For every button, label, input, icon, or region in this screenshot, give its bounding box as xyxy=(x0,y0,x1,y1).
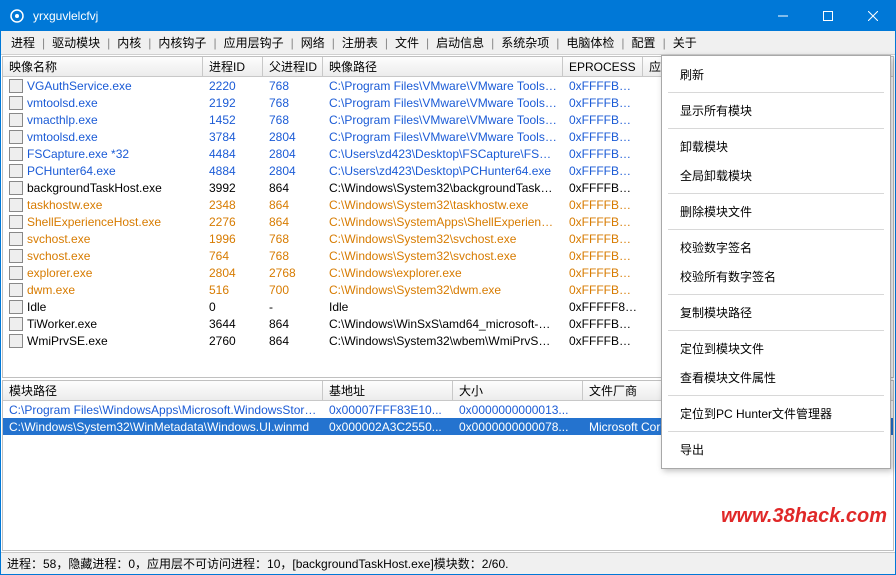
process-header-0[interactable]: 映像名称 xyxy=(3,57,203,76)
ctx-校验所有数字签名[interactable]: 校验所有数字签名 xyxy=(662,262,890,291)
ctx-查看模块文件属性[interactable]: 查看模块文件属性 xyxy=(662,363,890,392)
menu-应用层钩子[interactable]: 应用层钩子 xyxy=(218,32,290,53)
menu-内核钩子[interactable]: 内核钩子 xyxy=(152,32,212,53)
process-header-3[interactable]: 映像路径 xyxy=(323,57,563,76)
menu-内核[interactable]: 内核 xyxy=(111,32,147,53)
process-icon xyxy=(9,181,23,195)
process-icon xyxy=(9,232,23,246)
ctx-定位到PC Hunter文件管理器[interactable]: 定位到PC Hunter文件管理器 xyxy=(662,399,890,428)
process-icon xyxy=(9,249,23,263)
process-icon xyxy=(9,113,23,127)
process-icon xyxy=(9,317,23,331)
process-icon xyxy=(9,96,23,110)
minimize-button[interactable] xyxy=(760,1,805,31)
ctx-复制模块路径[interactable]: 复制模块路径 xyxy=(662,298,890,327)
menu-文件[interactable]: 文件 xyxy=(389,32,425,53)
ctx-卸载模块[interactable]: 卸载模块 xyxy=(662,132,890,161)
context-menu: 刷新显示所有模块卸载模块全局卸载模块删除模块文件校验数字签名校验所有数字签名复制… xyxy=(661,55,891,469)
ctx-显示所有模块[interactable]: 显示所有模块 xyxy=(662,96,890,125)
module-header-1[interactable]: 基地址 xyxy=(323,381,453,400)
process-header-4[interactable]: EPROCESS xyxy=(563,57,643,76)
menu-注册表[interactable]: 注册表 xyxy=(336,32,384,53)
menu-关于[interactable]: 关于 xyxy=(667,32,703,53)
module-header-0[interactable]: 模块路径 xyxy=(3,381,323,400)
process-icon xyxy=(9,79,23,93)
process-icon xyxy=(9,300,23,314)
window-title: yrxguvlelcfvj xyxy=(33,9,760,23)
process-icon xyxy=(9,147,23,161)
app-icon xyxy=(9,8,25,24)
process-icon xyxy=(9,198,23,212)
process-icon xyxy=(9,215,23,229)
ctx-导出[interactable]: 导出 xyxy=(662,435,890,464)
process-icon xyxy=(9,283,23,297)
statusbar: 进程：58，隐藏进程：0，应用层不可访问进程：10，[backgroundTas… xyxy=(1,552,895,574)
ctx-删除模块文件[interactable]: 删除模块文件 xyxy=(662,197,890,226)
close-button[interactable] xyxy=(850,1,895,31)
ctx-校验数字签名[interactable]: 校验数字签名 xyxy=(662,233,890,262)
maximize-button[interactable] xyxy=(805,1,850,31)
menubar: 进程|驱动模块|内核|内核钩子|应用层钩子|网络|注册表|文件|启动信息|系统杂… xyxy=(1,31,895,55)
titlebar: yrxguvlelcfvj xyxy=(1,1,895,31)
process-icon xyxy=(9,334,23,348)
menu-电脑体检[interactable]: 电脑体检 xyxy=(560,32,620,53)
process-header-1[interactable]: 进程ID xyxy=(203,57,263,76)
menu-配置[interactable]: 配置 xyxy=(626,32,662,53)
status-text: 进程：58，隐藏进程：0，应用层不可访问进程：10，[backgroundTas… xyxy=(7,555,508,572)
process-icon xyxy=(9,130,23,144)
ctx-刷新[interactable]: 刷新 xyxy=(662,60,890,89)
menu-进程[interactable]: 进程 xyxy=(5,32,41,53)
menu-启动信息[interactable]: 启动信息 xyxy=(430,32,490,53)
process-header-2[interactable]: 父进程ID xyxy=(263,57,323,76)
menu-网络[interactable]: 网络 xyxy=(295,32,331,53)
module-header-2[interactable]: 大小 xyxy=(453,381,583,400)
process-icon xyxy=(9,266,23,280)
menu-驱动模块[interactable]: 驱动模块 xyxy=(46,32,106,53)
ctx-全局卸载模块[interactable]: 全局卸载模块 xyxy=(662,161,890,190)
process-icon xyxy=(9,164,23,178)
menu-系统杂项[interactable]: 系统杂项 xyxy=(495,32,555,53)
ctx-定位到模块文件[interactable]: 定位到模块文件 xyxy=(662,334,890,363)
